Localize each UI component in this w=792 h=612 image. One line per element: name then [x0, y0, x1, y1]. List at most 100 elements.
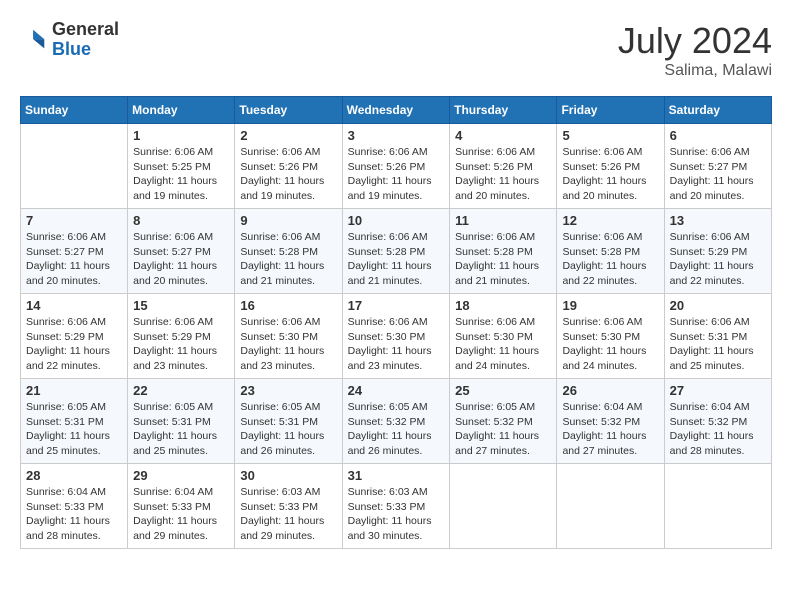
col-thursday: Thursday: [450, 97, 557, 124]
calendar-cell: 14 Sunrise: 6:06 AMSunset: 5:29 PMDaylig…: [21, 294, 128, 379]
day-number: 26: [562, 383, 658, 398]
day-number: 17: [348, 298, 445, 313]
day-number: 18: [455, 298, 551, 313]
calendar-cell: 4 Sunrise: 6:06 AMSunset: 5:26 PMDayligh…: [450, 124, 557, 209]
day-number: 8: [133, 213, 229, 228]
calendar-table: Sunday Monday Tuesday Wednesday Thursday…: [20, 96, 772, 549]
day-info: Sunrise: 6:05 AMSunset: 5:32 PMDaylight:…: [455, 400, 551, 459]
day-info: Sunrise: 6:04 AMSunset: 5:33 PMDaylight:…: [133, 485, 229, 544]
day-info: Sunrise: 6:06 AMSunset: 5:25 PMDaylight:…: [133, 145, 229, 204]
day-info: Sunrise: 6:06 AMSunset: 5:27 PMDaylight:…: [26, 230, 122, 289]
day-number: 28: [26, 468, 122, 483]
day-number: 24: [348, 383, 445, 398]
calendar-cell: 22 Sunrise: 6:05 AMSunset: 5:31 PMDaylig…: [128, 379, 235, 464]
calendar-cell: 6 Sunrise: 6:06 AMSunset: 5:27 PMDayligh…: [664, 124, 771, 209]
calendar-cell: 17 Sunrise: 6:06 AMSunset: 5:30 PMDaylig…: [342, 294, 450, 379]
day-number: 12: [562, 213, 658, 228]
day-info: Sunrise: 6:05 AMSunset: 5:31 PMDaylight:…: [240, 400, 336, 459]
calendar-cell: 25 Sunrise: 6:05 AMSunset: 5:32 PMDaylig…: [450, 379, 557, 464]
day-info: Sunrise: 6:06 AMSunset: 5:27 PMDaylight:…: [670, 145, 766, 204]
day-number: 16: [240, 298, 336, 313]
calendar-cell: 20 Sunrise: 6:06 AMSunset: 5:31 PMDaylig…: [664, 294, 771, 379]
day-number: 29: [133, 468, 229, 483]
day-info: Sunrise: 6:06 AMSunset: 5:26 PMDaylight:…: [455, 145, 551, 204]
day-info: Sunrise: 6:04 AMSunset: 5:33 PMDaylight:…: [26, 485, 122, 544]
day-number: 2: [240, 128, 336, 143]
week-row-5: 28 Sunrise: 6:04 AMSunset: 5:33 PMDaylig…: [21, 464, 772, 549]
day-info: Sunrise: 6:06 AMSunset: 5:30 PMDaylight:…: [240, 315, 336, 374]
day-number: 22: [133, 383, 229, 398]
calendar-cell: [664, 464, 771, 549]
day-info: Sunrise: 6:06 AMSunset: 5:28 PMDaylight:…: [240, 230, 336, 289]
calendar-cell: [450, 464, 557, 549]
location-subtitle: Salima, Malawi: [618, 62, 772, 80]
day-info: Sunrise: 6:06 AMSunset: 5:28 PMDaylight:…: [348, 230, 445, 289]
day-info: Sunrise: 6:06 AMSunset: 5:31 PMDaylight:…: [670, 315, 766, 374]
calendar-cell: 30 Sunrise: 6:03 AMSunset: 5:33 PMDaylig…: [235, 464, 342, 549]
logo-icon: [20, 26, 48, 54]
day-number: 20: [670, 298, 766, 313]
calendar-cell: 16 Sunrise: 6:06 AMSunset: 5:30 PMDaylig…: [235, 294, 342, 379]
calendar-cell: [21, 124, 128, 209]
day-info: Sunrise: 6:06 AMSunset: 5:27 PMDaylight:…: [133, 230, 229, 289]
calendar-cell: 11 Sunrise: 6:06 AMSunset: 5:28 PMDaylig…: [450, 209, 557, 294]
calendar-cell: [557, 464, 664, 549]
calendar-cell: 24 Sunrise: 6:05 AMSunset: 5:32 PMDaylig…: [342, 379, 450, 464]
week-row-1: 1 Sunrise: 6:06 AMSunset: 5:25 PMDayligh…: [21, 124, 772, 209]
day-info: Sunrise: 6:06 AMSunset: 5:28 PMDaylight:…: [562, 230, 658, 289]
calendar-cell: 8 Sunrise: 6:06 AMSunset: 5:27 PMDayligh…: [128, 209, 235, 294]
day-number: 25: [455, 383, 551, 398]
calendar-cell: 18 Sunrise: 6:06 AMSunset: 5:30 PMDaylig…: [450, 294, 557, 379]
week-row-2: 7 Sunrise: 6:06 AMSunset: 5:27 PMDayligh…: [21, 209, 772, 294]
calendar-cell: 15 Sunrise: 6:06 AMSunset: 5:29 PMDaylig…: [128, 294, 235, 379]
day-number: 9: [240, 213, 336, 228]
day-number: 1: [133, 128, 229, 143]
page-header: General Blue July 2024 Salima, Malawi: [20, 20, 772, 80]
week-row-4: 21 Sunrise: 6:05 AMSunset: 5:31 PMDaylig…: [21, 379, 772, 464]
day-info: Sunrise: 6:06 AMSunset: 5:30 PMDaylight:…: [562, 315, 658, 374]
day-number: 7: [26, 213, 122, 228]
calendar-cell: 27 Sunrise: 6:04 AMSunset: 5:32 PMDaylig…: [664, 379, 771, 464]
col-sunday: Sunday: [21, 97, 128, 124]
day-info: Sunrise: 6:06 AMSunset: 5:30 PMDaylight:…: [455, 315, 551, 374]
day-info: Sunrise: 6:06 AMSunset: 5:29 PMDaylight:…: [26, 315, 122, 374]
calendar-cell: 5 Sunrise: 6:06 AMSunset: 5:26 PMDayligh…: [557, 124, 664, 209]
day-number: 13: [670, 213, 766, 228]
calendar-cell: 7 Sunrise: 6:06 AMSunset: 5:27 PMDayligh…: [21, 209, 128, 294]
col-wednesday: Wednesday: [342, 97, 450, 124]
day-info: Sunrise: 6:03 AMSunset: 5:33 PMDaylight:…: [348, 485, 445, 544]
calendar-cell: 31 Sunrise: 6:03 AMSunset: 5:33 PMDaylig…: [342, 464, 450, 549]
day-info: Sunrise: 6:06 AMSunset: 5:30 PMDaylight:…: [348, 315, 445, 374]
day-info: Sunrise: 6:05 AMSunset: 5:31 PMDaylight:…: [26, 400, 122, 459]
day-number: 14: [26, 298, 122, 313]
calendar-cell: 10 Sunrise: 6:06 AMSunset: 5:28 PMDaylig…: [342, 209, 450, 294]
calendar-cell: 9 Sunrise: 6:06 AMSunset: 5:28 PMDayligh…: [235, 209, 342, 294]
calendar-cell: 21 Sunrise: 6:05 AMSunset: 5:31 PMDaylig…: [21, 379, 128, 464]
day-number: 4: [455, 128, 551, 143]
logo-blue: Blue: [52, 39, 91, 59]
calendar-cell: 1 Sunrise: 6:06 AMSunset: 5:25 PMDayligh…: [128, 124, 235, 209]
day-info: Sunrise: 6:05 AMSunset: 5:32 PMDaylight:…: [348, 400, 445, 459]
day-info: Sunrise: 6:06 AMSunset: 5:28 PMDaylight:…: [455, 230, 551, 289]
day-number: 30: [240, 468, 336, 483]
day-number: 3: [348, 128, 445, 143]
week-row-3: 14 Sunrise: 6:06 AMSunset: 5:29 PMDaylig…: [21, 294, 772, 379]
calendar-cell: 3 Sunrise: 6:06 AMSunset: 5:26 PMDayligh…: [342, 124, 450, 209]
logo-general: General: [52, 19, 119, 39]
calendar-cell: 26 Sunrise: 6:04 AMSunset: 5:32 PMDaylig…: [557, 379, 664, 464]
day-number: 11: [455, 213, 551, 228]
day-number: 6: [670, 128, 766, 143]
col-friday: Friday: [557, 97, 664, 124]
day-info: Sunrise: 6:04 AMSunset: 5:32 PMDaylight:…: [670, 400, 766, 459]
day-number: 27: [670, 383, 766, 398]
day-info: Sunrise: 6:06 AMSunset: 5:29 PMDaylight:…: [670, 230, 766, 289]
col-tuesday: Tuesday: [235, 97, 342, 124]
calendar-cell: 12 Sunrise: 6:06 AMSunset: 5:28 PMDaylig…: [557, 209, 664, 294]
day-info: Sunrise: 6:06 AMSunset: 5:26 PMDaylight:…: [240, 145, 336, 204]
calendar-cell: 28 Sunrise: 6:04 AMSunset: 5:33 PMDaylig…: [21, 464, 128, 549]
calendar-cell: 2 Sunrise: 6:06 AMSunset: 5:26 PMDayligh…: [235, 124, 342, 209]
day-number: 10: [348, 213, 445, 228]
col-saturday: Saturday: [664, 97, 771, 124]
day-number: 5: [562, 128, 658, 143]
title-section: July 2024 Salima, Malawi: [618, 20, 772, 80]
